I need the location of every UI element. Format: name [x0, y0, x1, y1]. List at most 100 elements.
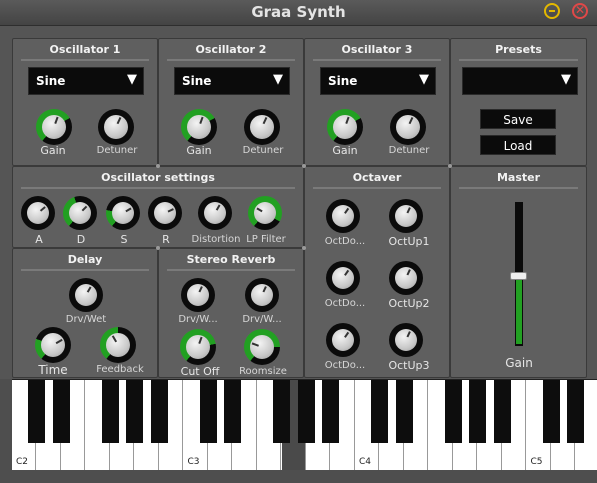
piano-black-key[interactable]	[493, 380, 511, 443]
delay-feedback-knob[interactable]	[100, 327, 136, 363]
distortion-label: Distortion	[191, 234, 241, 245]
oscillator-1-detuner-knob[interactable]	[98, 109, 134, 145]
distortion-knob[interactable]	[198, 196, 232, 230]
piano-black-key[interactable]	[469, 380, 486, 443]
octaver-octup1-knob[interactable]	[389, 199, 423, 233]
oscillator-3-gain-label: Gain	[332, 144, 358, 157]
close-icon[interactable]: ✕	[572, 3, 588, 19]
knob-cap	[41, 333, 65, 357]
attack-label: A	[35, 233, 43, 246]
piano-black-key[interactable]	[444, 380, 462, 443]
knob-indicator	[344, 269, 350, 276]
master-gain-slider-handle[interactable]	[510, 272, 527, 280]
reverb-drywet2-knob[interactable]	[245, 278, 279, 312]
oscillator-3-gain-knob[interactable]	[327, 109, 363, 145]
piano-black-key[interactable]	[273, 380, 290, 443]
piano-black-key[interactable]	[542, 380, 560, 443]
oscillator-3-detuner-knob[interactable]	[390, 109, 426, 145]
chevron-down-icon: ▼	[127, 72, 137, 87]
release-knob[interactable]	[148, 196, 182, 230]
knob-indicator	[408, 117, 414, 125]
decay-knob[interactable]	[63, 196, 97, 230]
piano-black-key[interactable]	[150, 380, 168, 443]
octdown2-label: OctDo...	[324, 298, 366, 309]
chevron-down-icon: ▼	[273, 72, 283, 87]
knob-cap	[27, 202, 49, 224]
piano-octave-label: C4	[359, 457, 372, 467]
oscillator-1-waveform-value: Sine	[36, 74, 66, 88]
oscillator-2-waveform-select[interactable]: Sine ▼	[174, 67, 290, 95]
knob-cap	[204, 202, 226, 224]
piano-black-key[interactable]	[126, 380, 143, 443]
panel-junction	[448, 164, 452, 168]
piano-black-key[interactable]	[371, 380, 388, 443]
knob-indicator	[215, 204, 221, 211]
piano-black-key[interactable]	[224, 380, 241, 443]
lp-filter-knob[interactable]	[248, 196, 282, 230]
save-button[interactable]: Save	[480, 109, 556, 129]
knob-indicator	[198, 286, 203, 293]
piano-black-key[interactable]	[567, 380, 584, 443]
oscillator-2-waveform-value: Sine	[182, 74, 212, 88]
piano-black-key[interactable]	[199, 380, 217, 443]
delay-drywet-knob[interactable]	[69, 278, 103, 312]
panel-junction	[302, 164, 306, 168]
presets-panel: Presets ▼ Save Load	[450, 38, 587, 166]
piano-black-key[interactable]	[297, 380, 315, 443]
oscillator-3-detuner-label: Detuner	[388, 145, 430, 156]
sustain-knob[interactable]	[106, 196, 140, 230]
oscillator-2-detuner-label: Detuner	[242, 145, 284, 156]
knob-cap	[75, 284, 97, 306]
sustain-label: S	[120, 233, 128, 246]
knob-indicator	[344, 207, 350, 214]
knob-cap	[250, 335, 274, 359]
octaver-octdown1-knob[interactable]	[326, 199, 360, 233]
piano-left-edge	[0, 379, 12, 470]
knob-indicator	[125, 207, 132, 213]
octdown1-label: OctDo...	[324, 236, 366, 247]
octaver-octup3-knob[interactable]	[389, 323, 423, 357]
knob-indicator	[262, 117, 268, 125]
oscillator-3-waveform-select[interactable]: Sine ▼	[320, 67, 436, 95]
release-label: R	[162, 233, 170, 246]
oscillator-1-gain-knob[interactable]	[36, 109, 72, 145]
reverb-cutoff-knob[interactable]	[180, 329, 216, 365]
octaver-octup2-knob[interactable]	[389, 261, 423, 295]
piano-black-key[interactable]	[395, 380, 413, 443]
presets-select[interactable]: ▼	[462, 67, 578, 95]
oscillator-2-gain-knob[interactable]	[181, 109, 217, 145]
knob-cap	[332, 205, 354, 227]
attack-knob[interactable]	[21, 196, 55, 230]
load-button[interactable]: Load	[480, 135, 556, 155]
minimize-icon[interactable]	[544, 3, 560, 19]
octaver-octdown2-knob[interactable]	[326, 261, 360, 295]
delay-drywet-label: Drv/Wet	[65, 314, 107, 325]
oscillator-1-waveform-select[interactable]: Sine ▼	[28, 67, 144, 95]
oscillator-3-waveform-value: Sine	[328, 74, 358, 88]
piano-black-key[interactable]	[52, 380, 70, 443]
reverb-roomsize-knob[interactable]	[244, 329, 280, 365]
octup1-label: OctUp1	[388, 235, 430, 248]
window-title: Graa Synth	[251, 3, 346, 21]
stereo-reverb-panel: Stereo Reverb Drv/W... Drv/W... Cut Off …	[158, 248, 304, 378]
octaver-octdown3-knob[interactable]	[326, 323, 360, 357]
piano-black-key[interactable]	[322, 380, 339, 443]
delay-panel: Delay Drv/Wet Time Feedback	[12, 248, 158, 378]
knob-indicator	[406, 331, 411, 338]
oscillator-2-detuner-knob[interactable]	[244, 109, 280, 145]
delay-time-label: Time	[38, 363, 68, 377]
panel-junction	[156, 164, 160, 168]
oscillator-2-title: Oscillator 2	[167, 43, 295, 61]
oscillator-2-panel: Oscillator 2 Sine ▼ Gain Detuner	[158, 38, 304, 166]
reverb-drywet1-label: Drv/W...	[178, 314, 218, 325]
delay-time-knob[interactable]	[35, 327, 71, 363]
oscillator-1-detuner-label: Detuner	[96, 145, 138, 156]
lp-filter-label: LP Filter	[246, 234, 286, 245]
piano-black-key[interactable]	[28, 380, 45, 443]
reverb-roomsize-label: Roomsize	[239, 366, 287, 377]
piano-black-key[interactable]	[101, 380, 119, 443]
oscillator-1-gain-label: Gain	[40, 144, 66, 157]
reverb-drywet1-knob[interactable]	[181, 278, 215, 312]
knob-indicator	[344, 331, 350, 338]
piano-keyboard[interactable]: C2 C3 C4 C5	[12, 379, 597, 471]
